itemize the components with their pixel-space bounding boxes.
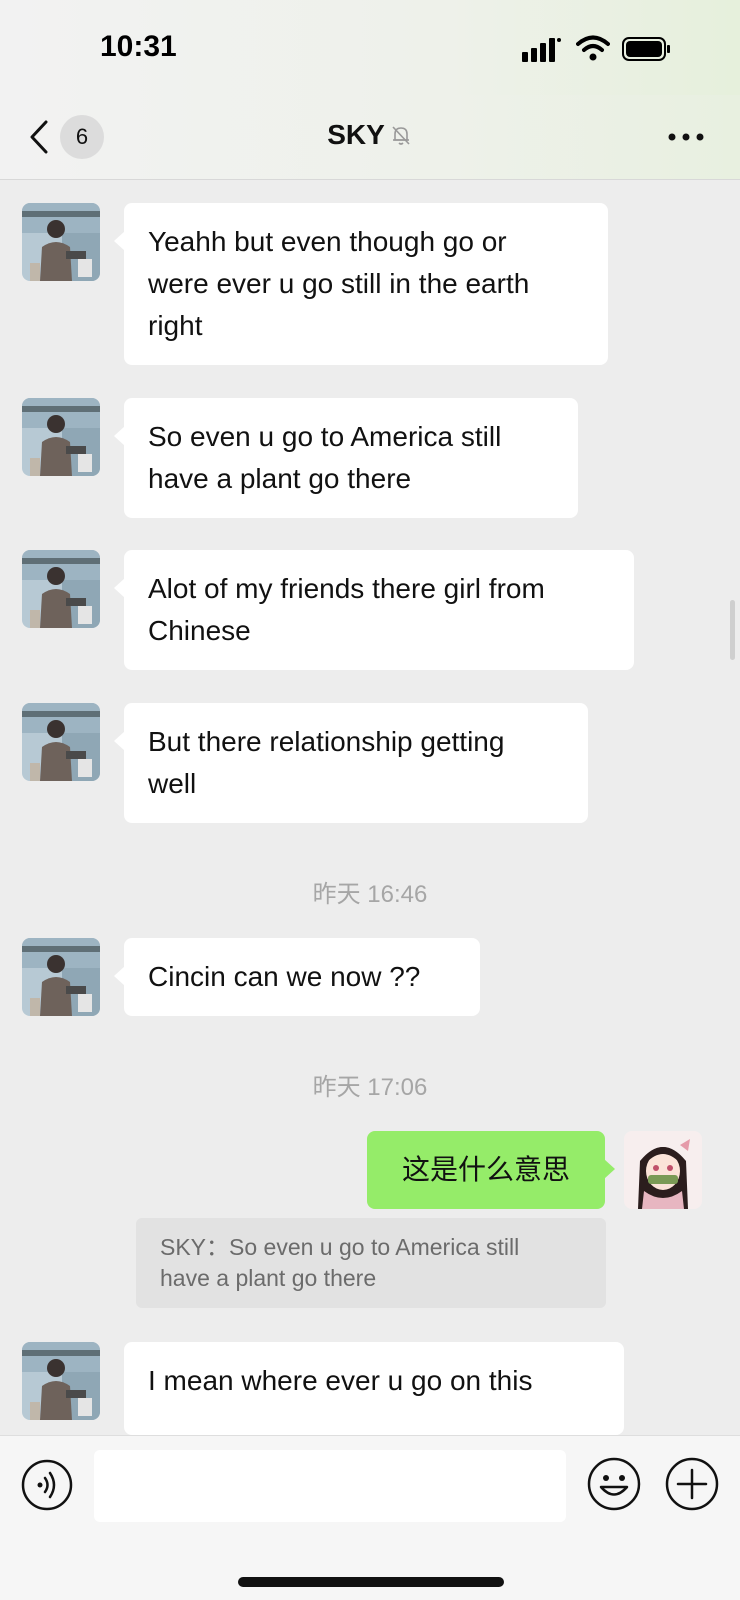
message-line: So even u go to America still — [148, 421, 502, 452]
wifi-icon — [576, 35, 610, 61]
quoted-message[interactable]: SKY：So even u go to America still have a… — [136, 1218, 606, 1308]
scrollbar[interactable] — [730, 600, 735, 660]
contact-avatar[interactable] — [22, 1342, 100, 1420]
avatar-image — [22, 203, 100, 281]
message-line: Chinese — [148, 615, 251, 646]
emoji-icon[interactable] — [586, 1456, 642, 1512]
message-line: But there relationship getting — [148, 726, 505, 757]
chat-header: 6 SKY — [0, 95, 740, 180]
unread-count-badge: 6 — [60, 115, 104, 159]
quote-line: have a plant go there — [160, 1265, 377, 1291]
message-bubble[interactable]: But there relationship getting well — [114, 703, 588, 823]
input-bar — [0, 1435, 740, 1600]
contact-avatar[interactable] — [22, 703, 100, 781]
message-line: Alot of my friends there girl from — [148, 573, 545, 604]
quote-line: SKY：So even u go to America still — [160, 1234, 520, 1260]
contact-avatar[interactable] — [22, 203, 100, 281]
contact-avatar[interactable] — [22, 938, 100, 1016]
home-indicator — [238, 1577, 504, 1587]
avatar-image — [22, 1342, 100, 1420]
message-bubble[interactable]: Yeahh but even though go or were ever u … — [114, 203, 608, 365]
chat-title-text: SKY — [327, 119, 385, 150]
message-bubble[interactable]: Alot of my friends there girl from Chine… — [114, 550, 634, 670]
back-button[interactable]: 6 — [28, 115, 118, 159]
chevron-left-icon — [30, 120, 48, 154]
status-time: 10:31 — [100, 30, 177, 63]
message-timestamp: 昨天 16:46 — [312, 881, 428, 908]
avatar-image — [624, 1131, 702, 1209]
muted-bell-icon — [392, 126, 410, 145]
message-bubble[interactable]: So even u go to America still have a pla… — [114, 398, 578, 518]
avatar-image — [22, 550, 100, 628]
cellular-signal-icon — [522, 38, 561, 62]
contact-avatar[interactable] — [22, 550, 100, 628]
avatar-image — [22, 703, 100, 781]
message-line: right — [148, 310, 203, 341]
message-line: have a plant go there — [148, 463, 412, 494]
battery-icon — [622, 37, 670, 61]
message-line: well — [148, 768, 197, 799]
message-bubble[interactable]: I mean where ever u go on this — [124, 1342, 624, 1435]
my-avatar[interactable] — [624, 1131, 702, 1209]
message-line: 这是什么意思 — [401, 1154, 570, 1185]
avatar-image — [22, 398, 100, 476]
message-bubble[interactable]: Cincin can we now ?? — [114, 938, 480, 1016]
message-line: I mean where ever u go on this — [148, 1365, 533, 1396]
message-line: were ever u go still in the earth — [148, 268, 530, 299]
chat-title[interactable]: SKY — [327, 119, 413, 151]
my-message-bubble[interactable]: 这是什么意思 — [367, 1131, 615, 1209]
status-bar: 10:31 — [0, 0, 740, 95]
plus-icon[interactable] — [664, 1456, 720, 1512]
message-line: Yeahh but even though go or — [148, 226, 507, 257]
more-options-icon[interactable] — [664, 119, 708, 155]
message-input[interactable] — [94, 1450, 566, 1522]
contact-avatar[interactable] — [22, 398, 100, 476]
message-timestamp: 昨天 17:06 — [312, 1074, 428, 1101]
message-line: Cincin can we now ?? — [148, 961, 421, 992]
avatar-image — [22, 938, 100, 1016]
voice-input-icon[interactable] — [20, 1458, 74, 1512]
